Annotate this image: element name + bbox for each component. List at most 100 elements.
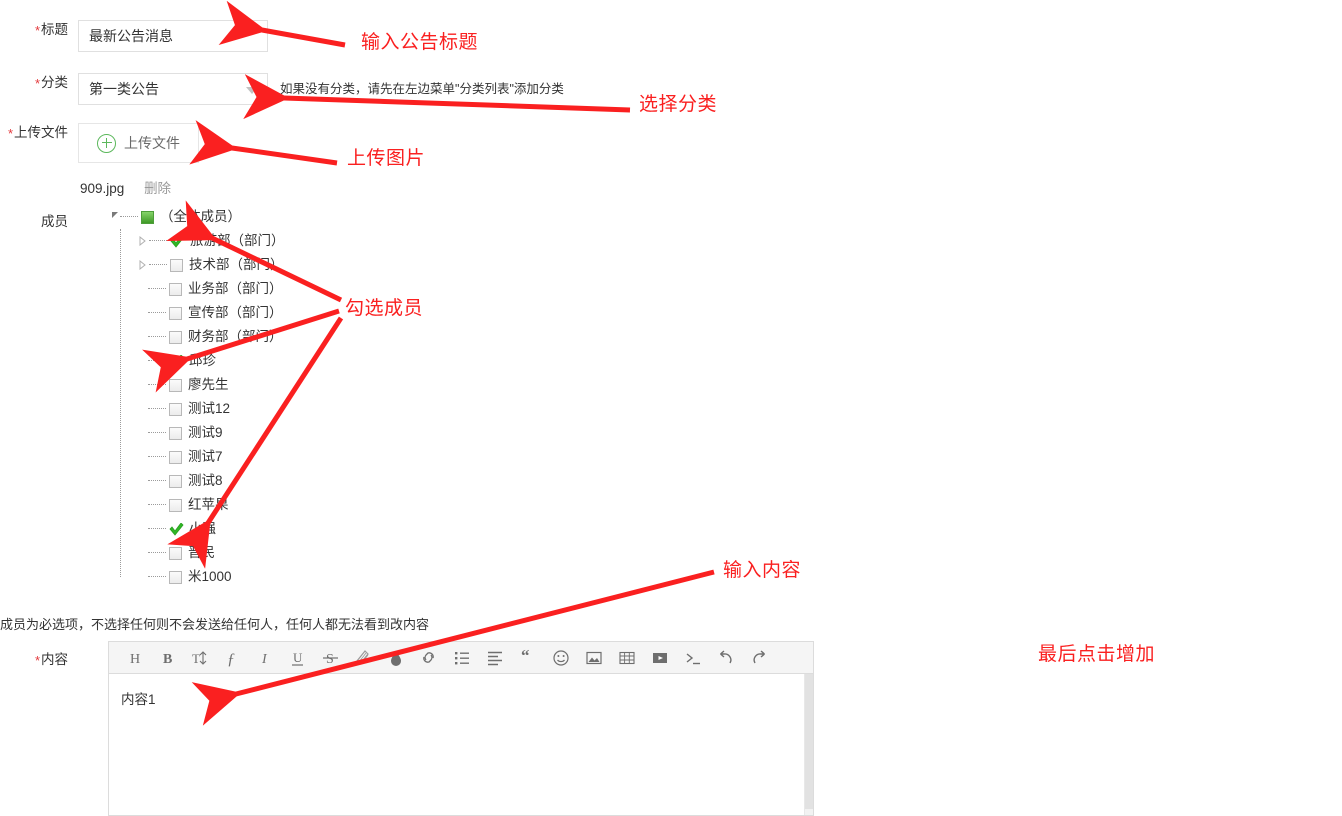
tree-checkbox-partial[interactable] (141, 210, 154, 224)
category-label-text: 分类 (41, 75, 68, 90)
tree-node-label: 旅游部（部门） (190, 233, 285, 248)
table-icon[interactable] (610, 643, 643, 673)
form-row-category: *分类 第一类公告 如果没有分类，请先在左边菜单"分类列表"添加分类 (0, 73, 564, 105)
tree-guide-dash (120, 216, 138, 218)
tree-node-label: （全体成员） (160, 209, 241, 224)
image-icon[interactable] (577, 643, 610, 673)
code-icon[interactable] (676, 643, 709, 673)
tree-checkbox-unchecked[interactable] (169, 330, 182, 344)
tree-checkbox-unchecked[interactable] (169, 306, 182, 320)
arrow-upload (189, 120, 338, 166)
emoji-icon[interactable] (544, 643, 577, 673)
tree-node-label: 测试7 (188, 449, 223, 464)
bullet-list-icon[interactable] (445, 643, 478, 673)
category-select[interactable]: 第一类公告 (78, 73, 268, 105)
tree-node-label: 红苹果 (188, 497, 229, 512)
font-family-icon[interactable]: ƒ (214, 643, 247, 673)
tree-node[interactable]: 测试8 (112, 469, 285, 493)
tree-checkbox-unchecked[interactable] (169, 498, 182, 512)
content-label-text: 内容 (41, 652, 68, 667)
video-icon[interactable] (643, 643, 676, 673)
announcement-form-page: *标题 *分类 第一类公告 如果没有分类，请先在左边菜单"分类列表"添加分类 *… (0, 0, 1342, 816)
strikethrough-icon[interactable]: S (313, 643, 346, 673)
tree-node-label: 测试8 (188, 473, 223, 488)
tree-node-label: 测试12 (188, 401, 231, 416)
editor-content-text[interactable]: 内容1 (109, 674, 813, 722)
tree-checkbox-checked[interactable] (169, 522, 184, 536)
collapse-arrow-icon[interactable] (112, 211, 118, 218)
heading-icon[interactable]: H (115, 643, 148, 673)
chevron-down-icon (246, 87, 258, 94)
tree-guide-dash (148, 504, 166, 506)
tree-node[interactable]: 财务部（部门） (112, 325, 285, 349)
quote-icon[interactable]: “ (511, 643, 544, 673)
upload-file-button[interactable]: 上传文件 (78, 123, 199, 163)
tree-checkbox-unchecked[interactable] (170, 258, 183, 272)
upload-label: *上传文件 (0, 123, 78, 144)
editor-scrollbar[interactable] (804, 674, 813, 815)
tree-node-label: 晋民 (188, 545, 215, 560)
italic-icon[interactable]: I (247, 643, 280, 673)
tree-node[interactable]: 小强 (112, 517, 285, 541)
tree-checkbox-unchecked[interactable] (169, 402, 182, 416)
link-icon[interactable] (412, 643, 445, 673)
tree-checkbox-unchecked[interactable] (169, 450, 182, 464)
required-asterisk: * (34, 653, 40, 668)
tree-checkbox-unchecked[interactable] (169, 426, 182, 440)
member-label-text: 成员 (41, 214, 68, 229)
tree-guide-dash (148, 336, 166, 338)
tree-node[interactable]: 测试9 (112, 421, 285, 445)
tree-node[interactable]: 技术部（部门） (112, 253, 285, 277)
tree-guide-dash (148, 552, 166, 554)
tree-checkbox-unchecked[interactable] (169, 378, 182, 392)
delete-file-button[interactable]: 删除 (144, 181, 171, 196)
tree-node-label: 小强 (189, 521, 216, 536)
font-size-icon[interactable]: T (181, 643, 214, 673)
svg-text:H: H (130, 652, 140, 667)
editor-scrollbar-thumb[interactable] (805, 674, 813, 810)
underline-icon[interactable]: U (280, 643, 313, 673)
tree-node[interactable]: 晋民 (112, 541, 285, 565)
category-label: *分类 (0, 73, 78, 94)
expand-arrow-icon[interactable] (138, 236, 148, 246)
uploaded-file-row: 909.jpg 删除 (80, 177, 199, 197)
text-color-icon[interactable] (379, 643, 412, 673)
redo-icon[interactable] (742, 643, 775, 673)
undo-icon[interactable] (709, 643, 742, 673)
bold-icon[interactable]: B (148, 643, 181, 673)
tree-node-label: 技术部（部门） (189, 257, 284, 272)
tree-node[interactable]: 业务部（部门） (112, 277, 285, 301)
annotation-members-text: 勾选成员 (345, 298, 424, 319)
tree-checkbox-unchecked[interactable] (169, 546, 182, 560)
tree-node[interactable]: 测试7 (112, 445, 285, 469)
tree-node[interactable]: 红苹果 (112, 493, 285, 517)
align-icon[interactable] (478, 643, 511, 673)
content-label: *内容 (0, 650, 78, 671)
tree-node[interactable]: 邱珍 (112, 349, 285, 373)
svg-text:S: S (326, 652, 334, 667)
tree-checkbox-unchecked[interactable] (169, 474, 182, 488)
tree-checkbox-unchecked[interactable] (169, 282, 182, 296)
tree-node[interactable]: 宣传部（部门） (112, 301, 285, 325)
tree-checkbox-checked[interactable] (170, 234, 185, 248)
tree-node[interactable]: 测试12 (112, 397, 285, 421)
tree-node[interactable]: 米1000 (112, 565, 285, 589)
annotation-upload-text: 上传图片 (347, 148, 426, 169)
form-row-title: *标题 (0, 20, 268, 52)
svg-text:T: T (192, 651, 200, 666)
title-input[interactable] (78, 20, 268, 52)
tree-node-label: 邱珍 (189, 353, 216, 368)
editor-body[interactable]: 内容1 (109, 674, 813, 815)
upload-button-label: 上传文件 (124, 135, 180, 151)
tree-checkbox-checked[interactable] (169, 354, 184, 368)
highlighter-icon[interactable] (346, 643, 379, 673)
svg-text:ƒ: ƒ (227, 651, 235, 668)
tree-node[interactable]: 廖先生 (112, 373, 285, 397)
tree-checkbox-unchecked[interactable] (169, 570, 182, 584)
tree-node-label: 宣传部（部门） (188, 305, 283, 320)
expand-arrow-icon[interactable] (138, 260, 148, 270)
tree-node-root[interactable]: （全体成员） (112, 205, 285, 229)
tree-guide-dash (148, 408, 166, 410)
tree-node[interactable]: 旅游部（部门） (112, 229, 285, 253)
tree-node-label: 廖先生 (188, 377, 229, 392)
